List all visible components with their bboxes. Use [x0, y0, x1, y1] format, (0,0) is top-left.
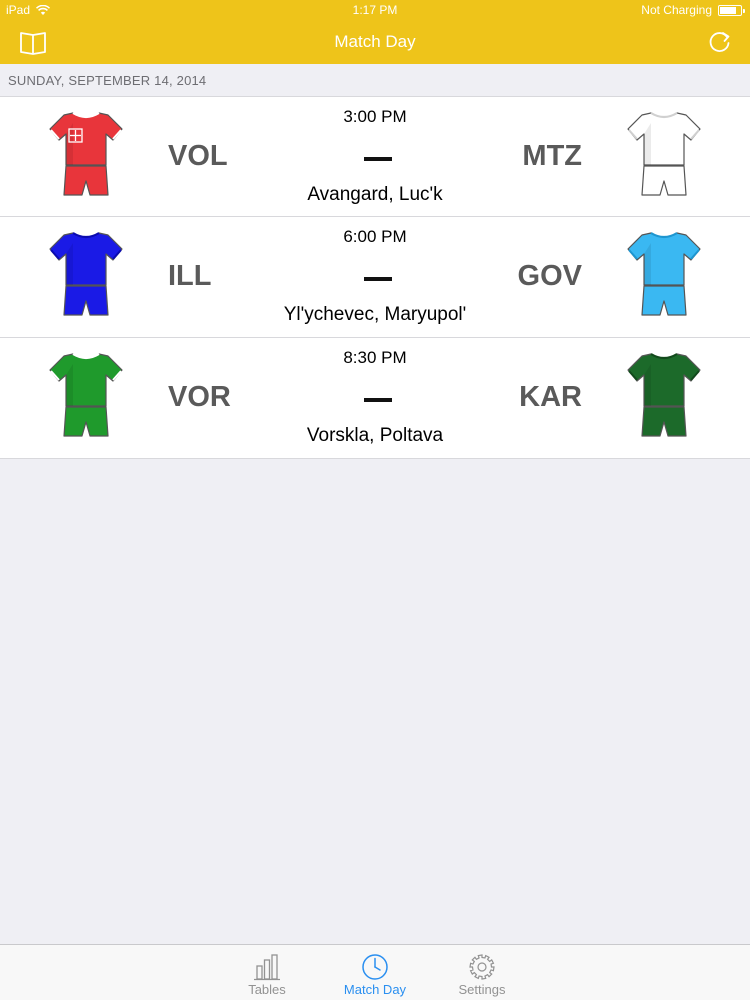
- tab-bar: Tables Match Day Settings: [0, 944, 750, 1000]
- away-team-code: KAR: [519, 381, 582, 413]
- gear-icon: [469, 954, 495, 980]
- away-kit-icon: [627, 353, 701, 437]
- status-right: Not Charging: [641, 3, 745, 17]
- nav-bar: Match Day: [0, 22, 750, 64]
- tab-tables[interactable]: Tables: [222, 945, 312, 1000]
- away-kit-icon: [627, 112, 701, 196]
- score-dash: [364, 277, 392, 281]
- away-team-code: MTZ: [522, 140, 582, 172]
- away-kit-icon: [627, 232, 701, 316]
- bar-chart-icon: [254, 954, 280, 981]
- match-row[interactable]: 8:30 PM VOR KAR Vorskla, Poltava: [0, 338, 750, 459]
- match-row[interactable]: 3:00 PM VOL MTZ Avangard, Luc'k: [0, 96, 750, 217]
- status-time: 1:17 PM: [352, 3, 398, 17]
- section-header-date: SUNDAY, SEPTEMBER 14, 2014: [0, 64, 750, 96]
- score-dash: [364, 398, 392, 402]
- page-title: Match Day: [334, 32, 416, 51]
- tab-tables-label: Tables: [248, 982, 286, 997]
- battery-icon: [718, 4, 745, 16]
- charging-status: Not Charging: [641, 3, 712, 17]
- away-team-code: GOV: [517, 260, 582, 292]
- match-row[interactable]: 6:00 PM ILL GOV Yl'ychevec, Maryupol': [0, 217, 750, 338]
- tab-settings[interactable]: Settings: [437, 945, 527, 1000]
- status-bar: iPad 1:17 PM Not Charging: [0, 0, 750, 22]
- match-list: 3:00 PM VOL MTZ Avangard, Luc'k 6:00 PM …: [0, 96, 750, 459]
- battery-level: [720, 6, 736, 14]
- tab-match-day-label: Match Day: [343, 982, 407, 997]
- tab-match-day[interactable]: Match Day: [330, 945, 420, 1000]
- home-team-code: VOR: [168, 381, 231, 413]
- clock-icon: [362, 954, 388, 980]
- home-team-code: VOL: [168, 140, 228, 172]
- score-dash: [364, 157, 392, 161]
- refresh-icon[interactable]: [706, 28, 734, 56]
- home-team-code: ILL: [168, 260, 212, 292]
- tab-settings-label: Settings: [458, 982, 506, 997]
